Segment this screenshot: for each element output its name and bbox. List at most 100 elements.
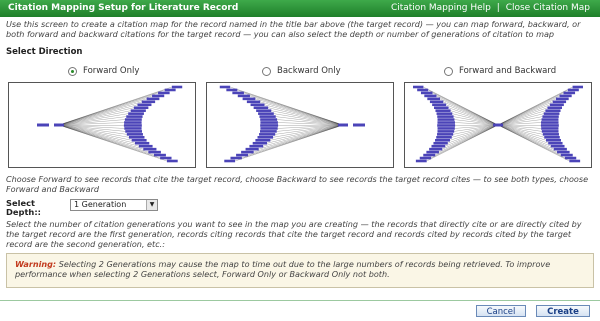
citation-node — [415, 159, 427, 163]
citation-node — [560, 153, 573, 157]
close-link[interactable]: Close Citation Map — [506, 3, 590, 13]
title-separator: | — [496, 3, 500, 13]
both-radio[interactable] — [444, 66, 453, 76]
citation-edge — [270, 124, 344, 141]
citation-node — [230, 156, 242, 160]
citation-node — [542, 133, 559, 136]
citation-edge — [447, 124, 499, 144]
citation-node — [224, 159, 236, 163]
citation-node — [131, 138, 147, 142]
citation-node — [434, 106, 449, 110]
citation-node — [259, 133, 276, 136]
citation-node — [164, 88, 176, 92]
citation-node — [564, 156, 577, 160]
citation-node — [260, 121, 278, 124]
citation-node — [553, 147, 567, 151]
depth-select[interactable]: 1 Generation ▼ — [70, 199, 158, 211]
citation-node — [437, 130, 455, 133]
citation-node — [429, 147, 443, 151]
citation-node — [572, 85, 583, 89]
citation-node — [435, 109, 451, 112]
citation-node — [544, 136, 560, 139]
citation-node — [559, 94, 572, 98]
citation-node — [259, 115, 276, 118]
citation-node — [250, 103, 265, 107]
citation-node — [541, 118, 559, 121]
citation-node — [232, 91, 244, 95]
citation-node — [256, 109, 272, 112]
citation-edge — [497, 124, 547, 141]
title-bar: Citation Mapping Setup for Literature Re… — [0, 0, 600, 17]
option-backward-only[interactable]: Backward Only — [262, 66, 341, 76]
citation-node — [242, 97, 256, 101]
forward-map-image — [37, 85, 183, 163]
backward-radio[interactable] — [262, 66, 271, 76]
citation-node — [437, 133, 454, 136]
citation-node — [541, 130, 559, 133]
citation-node — [437, 115, 454, 118]
depth-help-text: Select the number of citation generation… — [6, 219, 582, 249]
citation-node — [249, 144, 264, 148]
citation-node — [542, 115, 559, 118]
citation-node — [126, 133, 143, 136]
citation-node — [236, 153, 249, 157]
citation-node — [260, 124, 279, 127]
citation-node — [123, 124, 142, 127]
citation-node — [134, 141, 150, 145]
citation-node — [435, 138, 450, 142]
citation-node — [431, 144, 446, 148]
citation-node — [427, 97, 441, 101]
citation-node — [153, 153, 166, 157]
direction-label: Select Direction — [6, 47, 83, 57]
citation-node — [419, 156, 432, 160]
citation-node — [437, 118, 455, 121]
citation-node — [569, 159, 581, 163]
backward-map-image — [219, 85, 365, 163]
backward-diagram[interactable] — [206, 82, 394, 168]
target-node — [493, 123, 503, 127]
both-label: Forward and Backward — [459, 66, 557, 76]
both-diagram[interactable] — [404, 82, 592, 168]
help-link[interactable]: Citation Mapping Help — [391, 3, 491, 13]
citation-node — [424, 94, 437, 98]
warning-box: Warning: Selecting 2 Generations may cau… — [6, 253, 594, 288]
cancel-button[interactable]: Cancel — [476, 305, 526, 317]
footer-divider — [0, 300, 600, 301]
citation-node — [567, 88, 579, 92]
citation-node — [124, 121, 142, 124]
citation-node — [413, 85, 424, 89]
citation-node — [241, 150, 254, 154]
citation-node — [541, 121, 559, 124]
citation-node — [426, 150, 439, 154]
citation-node — [126, 115, 143, 118]
chevron-down-icon[interactable]: ▼ — [146, 200, 157, 210]
citation-edge — [58, 124, 132, 141]
citation-node — [130, 109, 146, 112]
backward-label: Backward Only — [277, 66, 341, 76]
citation-node — [158, 91, 170, 95]
citation-node — [252, 141, 268, 145]
create-button[interactable]: Create — [536, 305, 590, 317]
citation-node — [125, 130, 142, 133]
citation-edge — [497, 124, 549, 144]
citation-node — [550, 144, 565, 148]
option-forward-only[interactable]: Forward Only — [68, 66, 139, 76]
citation-node — [124, 127, 142, 130]
citation-node — [433, 141, 448, 145]
forward-diagram[interactable] — [8, 82, 196, 168]
target-node — [353, 123, 365, 127]
citation-node — [237, 94, 250, 98]
citation-node — [432, 103, 447, 107]
option-forward-and-backward[interactable]: Forward and Backward — [444, 66, 556, 76]
citation-node — [246, 100, 261, 104]
citation-node — [148, 150, 161, 154]
forward-radio[interactable] — [68, 66, 77, 76]
citation-node — [555, 97, 569, 101]
citation-node — [219, 85, 231, 89]
citation-node — [541, 127, 559, 130]
citation-node — [124, 118, 142, 121]
warning-text: Selecting 2 Generations may cause the ma… — [15, 259, 551, 279]
citation-node — [260, 130, 277, 133]
citation-node — [549, 103, 564, 107]
citation-node — [417, 88, 429, 92]
